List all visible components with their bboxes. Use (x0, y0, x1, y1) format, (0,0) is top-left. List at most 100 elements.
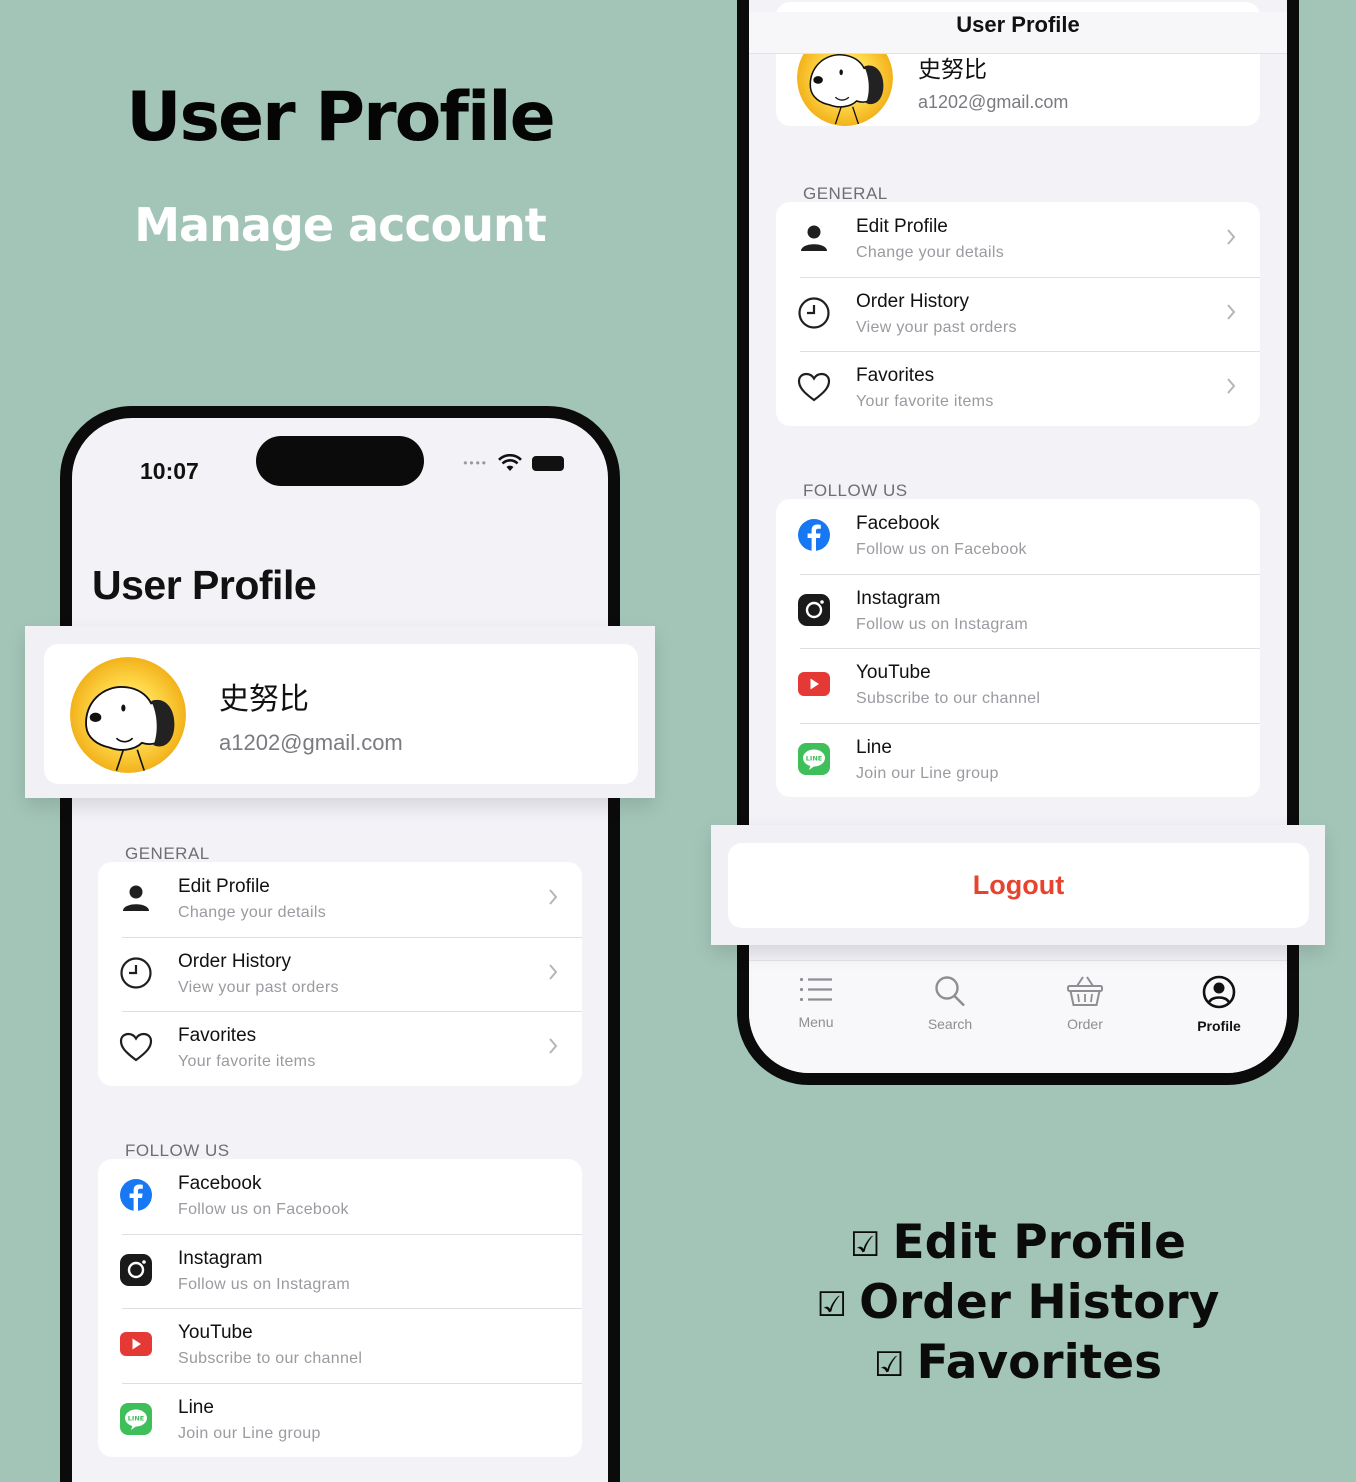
basket-icon (1067, 976, 1103, 1006)
item-subtitle: Follow us on Instagram (856, 615, 1029, 633)
facebook-icon (796, 517, 832, 553)
general-card: Edit Profile Change your details Order H… (776, 202, 1260, 426)
list-item-youtube[interactable]: YouTube Subscribe to our channel (776, 648, 1260, 723)
item-title: Favorites (178, 1025, 257, 1046)
heart-icon (796, 369, 832, 405)
checklist-item: ☑ Edit Profile (680, 1214, 1356, 1274)
heart-icon (118, 1029, 154, 1065)
tab-profile[interactable]: Profile (1169, 975, 1269, 1034)
chevron-right-icon (1227, 378, 1236, 394)
nav-title: User Profile (749, 12, 1287, 54)
checklist-text: Edit Profile (892, 1215, 1186, 1270)
item-title: Edit Profile (178, 876, 270, 897)
battery-icon (532, 455, 564, 471)
svg-text:LINE: LINE (128, 1414, 144, 1422)
clock-icon (118, 955, 154, 991)
instagram-icon (796, 592, 832, 628)
profile-card[interactable]: 史努比 a1202@gmail.com (44, 644, 638, 784)
follow-card: Facebook Follow us on Facebook Instagram… (98, 1159, 582, 1457)
hero-subtitle: Manage account (134, 198, 546, 252)
list-item-order-history[interactable]: Order History View your past orders (98, 936, 582, 1012)
list-item-youtube[interactable]: YouTube Subscribe to our channel (98, 1308, 582, 1383)
item-title: Instagram (856, 587, 941, 609)
item-subtitle: Follow us on Facebook (178, 1201, 349, 1218)
item-title: Line (856, 736, 892, 758)
item-subtitle: View your past orders (178, 978, 339, 996)
hero-title: User Profile (126, 78, 555, 157)
item-subtitle: Subscribe to our channel (178, 1350, 363, 1367)
list-item-edit-profile[interactable]: Edit Profile Change your details (776, 202, 1260, 277)
tab-search[interactable]: Search (900, 975, 1000, 1032)
person-icon (796, 220, 832, 256)
youtube-icon (118, 1326, 154, 1362)
item-title: Order History (178, 950, 291, 972)
logout-highlight: Logout (711, 825, 1325, 945)
list-item-edit-profile[interactable]: Edit Profile Change your details (98, 862, 582, 937)
chevron-right-icon (549, 1038, 558, 1054)
status-time: 10:07 (140, 458, 199, 484)
list-item-instagram[interactable]: Instagram Follow us on Instagram (98, 1233, 582, 1309)
list-item-instagram[interactable]: Instagram Follow us on Instagram (776, 573, 1260, 649)
item-title: Order History (856, 290, 969, 312)
item-title: Facebook (856, 513, 940, 534)
list-item-facebook[interactable]: Facebook Follow us on Facebook (776, 499, 1260, 574)
profile-card-highlight: 史努比 a1202@gmail.com (25, 626, 655, 798)
list-item-line[interactable]: LINE Line Join our Line group (776, 722, 1260, 798)
item-title: Facebook (178, 1173, 262, 1194)
feature-checklist: ☑ Edit Profile ☑ Order History ☑ Favorites (680, 1214, 1356, 1394)
menu-list-icon (800, 978, 832, 1001)
facebook-icon (118, 1177, 154, 1213)
section-label-general: GENERAL (125, 844, 210, 863)
tab-order[interactable]: Order (1035, 975, 1135, 1032)
tab-label: Menu (798, 1014, 834, 1030)
item-title: Edit Profile (856, 216, 948, 237)
wifi-icon (498, 454, 522, 471)
item-title: Instagram (178, 1247, 263, 1269)
item-title: Favorites (856, 365, 935, 386)
profile-email: a1202@gmail.com (918, 92, 1069, 112)
item-subtitle: Join our Line group (856, 764, 999, 782)
checklist-item: ☑ Order History (680, 1274, 1356, 1334)
line-icon: LINE (118, 1401, 154, 1437)
list-item-order-history[interactable]: Order History View your past orders (776, 276, 1260, 352)
profile-circle-icon (1202, 975, 1236, 1009)
left-phone: 10:07 •••• User Profile GENERAL Edit Pro… (60, 406, 620, 1482)
item-subtitle: Your favorite items (856, 393, 994, 410)
line-icon: LINE (796, 741, 832, 777)
item-title: YouTube (856, 662, 931, 683)
chevron-right-icon (1227, 229, 1236, 245)
avatar (70, 657, 186, 773)
tab-menu[interactable]: Menu (766, 975, 866, 1030)
item-subtitle: Change your details (178, 904, 327, 921)
home-indicator (921, 1081, 1115, 1085)
list-item-favorites[interactable]: Favorites Your favorite items (98, 1011, 582, 1086)
list-item-line[interactable]: LINE Line Join our Line group (98, 1382, 582, 1458)
clock-icon (796, 295, 832, 331)
tab-bar: Menu Search Order Profile (749, 960, 1287, 1085)
list-item-facebook[interactable]: Facebook Follow us on Facebook (98, 1159, 582, 1234)
item-subtitle: Join our Line group (178, 1424, 321, 1442)
checklist-text: Order History (859, 1275, 1220, 1330)
item-subtitle: Subscribe to our channel (856, 690, 1041, 707)
list-item-favorites[interactable]: Favorites Your favorite items (776, 351, 1260, 426)
instagram-icon (118, 1252, 154, 1288)
follow-card: Facebook Follow us on Facebook Instagram… (776, 499, 1260, 797)
item-subtitle: View your past orders (856, 318, 1017, 336)
item-title: Line (178, 1396, 214, 1418)
checklist-item: ☑ Favorites (680, 1334, 1356, 1394)
logout-button[interactable]: Logout (728, 843, 1309, 928)
tab-label: Search (927, 1016, 973, 1032)
item-subtitle: Follow us on Facebook (856, 541, 1027, 558)
logout-label: Logout (972, 870, 1065, 900)
chevron-right-icon (549, 963, 558, 980)
tab-label: Profile (1197, 1018, 1241, 1034)
dynamic-island (256, 436, 424, 486)
section-label-general: GENERAL (803, 184, 888, 203)
profile-name: 史努比 (219, 683, 309, 716)
tab-label: Order (1067, 1016, 1103, 1032)
item-subtitle: Change your details (856, 244, 1005, 261)
svg-text:LINE: LINE (806, 754, 822, 762)
profile-name: 史努比 (918, 56, 987, 82)
item-subtitle: Follow us on Instagram (178, 1275, 351, 1293)
chevron-right-icon (549, 889, 558, 905)
